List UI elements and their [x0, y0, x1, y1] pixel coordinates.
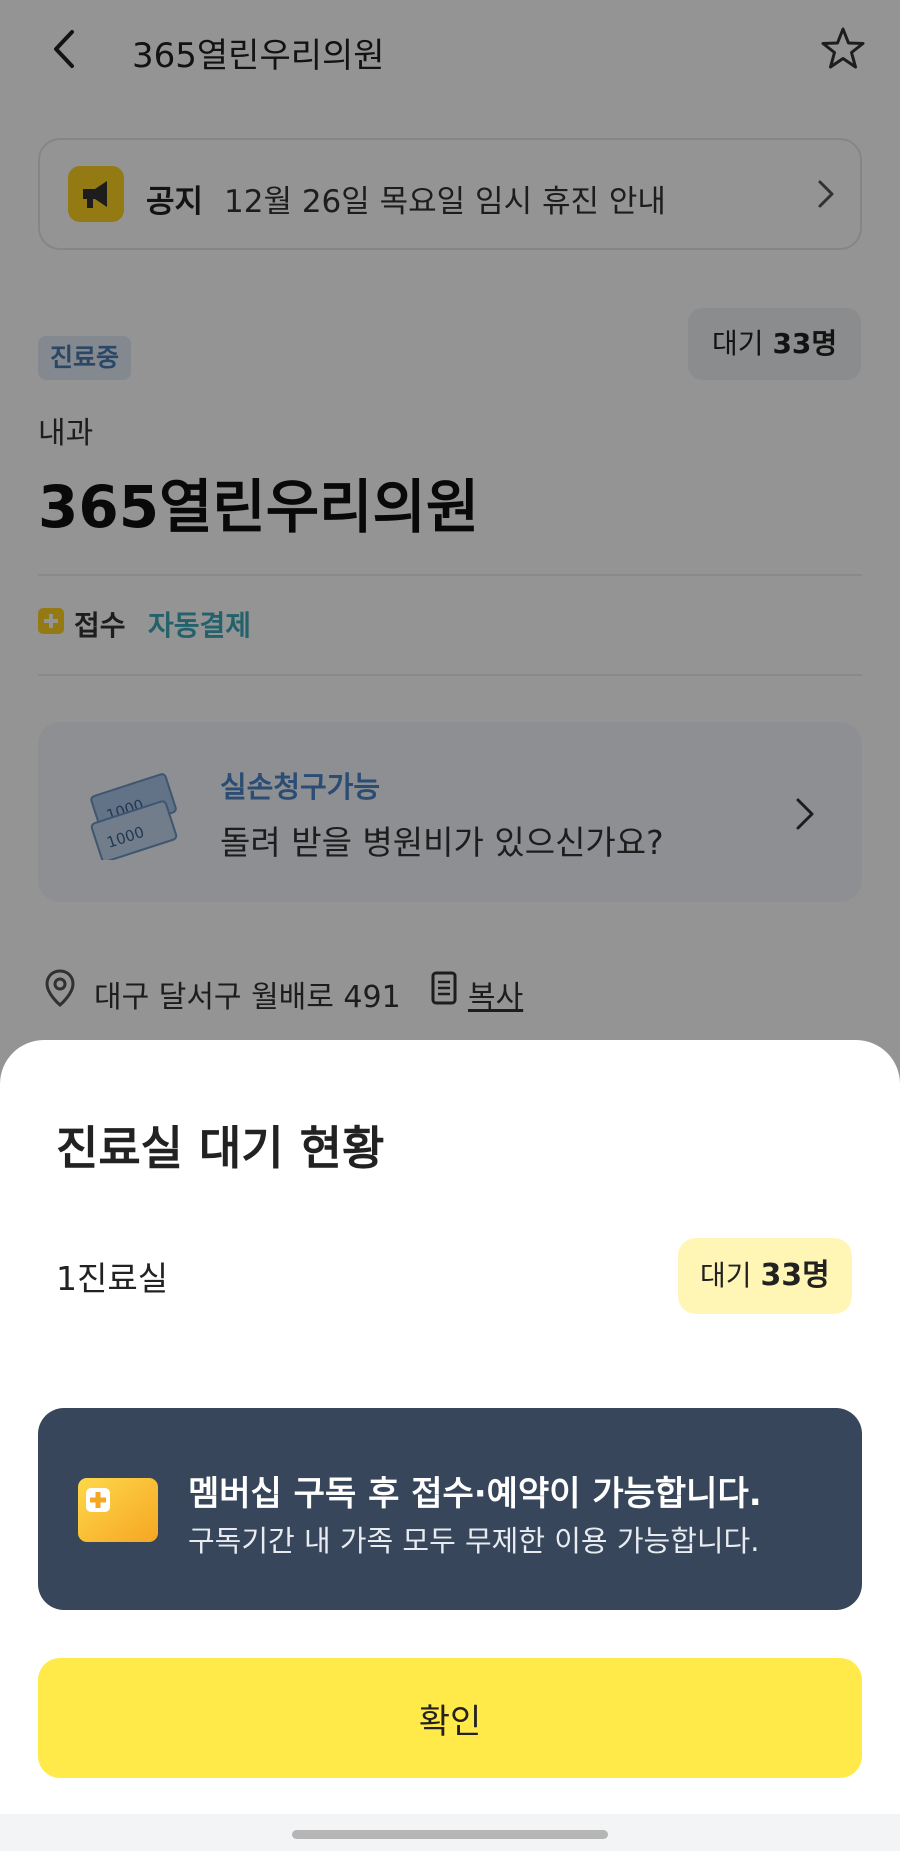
sheet-title: 진료실 대기 현황 — [56, 1121, 385, 1175]
room-wait-count: 33명 — [760, 1258, 830, 1293]
membership-subtitle: 구독기간 내 가족 모두 무제한 이용 가능합니다. — [188, 1524, 760, 1558]
room-wait-prefix: 대기 — [700, 1259, 752, 1292]
membership-card-icon — [78, 1478, 158, 1542]
home-indicator[interactable] — [292, 1830, 608, 1839]
waiting-status-sheet: 진료실 대기 현황 1진료실 대기 33명 멤버십 구독 후 접수·예약이 가능… — [0, 1040, 900, 1851]
room-name: 1진료실 — [56, 1259, 169, 1298]
membership-title: 멤버십 구독 후 접수·예약이 가능합니다. — [188, 1474, 762, 1514]
membership-banner[interactable]: 멤버십 구독 후 접수·예약이 가능합니다. 구독기간 내 가족 모두 무제한 … — [38, 1408, 862, 1610]
app-screen: 365열린우리의원 공지 12월 26일 목요일 임시 휴진 안내 진료중 대기… — [0, 0, 900, 1851]
system-nav-bar — [0, 1814, 900, 1851]
confirm-button[interactable]: 확인 — [38, 1658, 862, 1778]
room-wait-badge: 대기 33명 — [678, 1238, 852, 1314]
